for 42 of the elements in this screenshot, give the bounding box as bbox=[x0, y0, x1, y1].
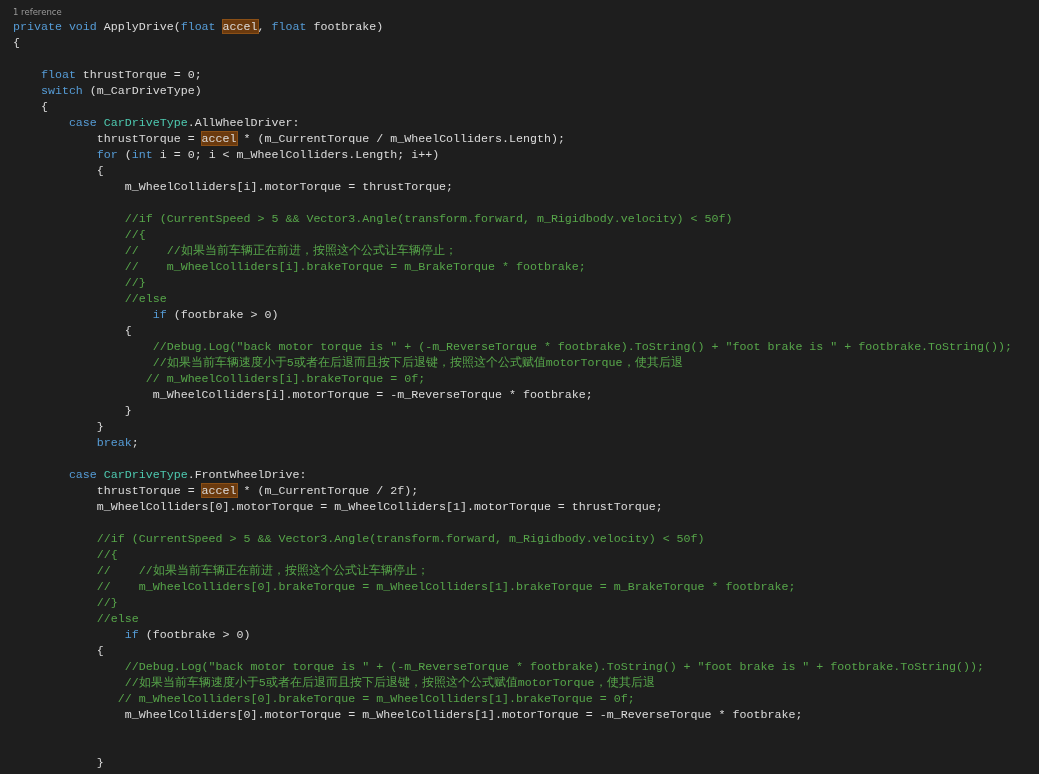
code-line: } bbox=[123, 403, 132, 419]
code-line: thrustTorque = accel * (m_CurrentTorque / 2f); bbox=[95, 483, 419, 499]
code-line: thrustTorque = accel * (m_CurrentTorque / m_WheelColliders.Length); bbox=[95, 131, 565, 147]
code-line: private void ApplyDrive(float accel, float footbrake) bbox=[13, 19, 384, 35]
code-line: //{ bbox=[123, 227, 146, 243]
code-line: { bbox=[39, 99, 48, 115]
code-line: // //如果当前车辆正在前进，按照这个公式让车辆停止； bbox=[95, 563, 429, 579]
code-line: //if (CurrentSpeed > 5 && Vector3.Angle(transform.forward, m_Rigidbody.velocity) < 50f) bbox=[123, 211, 733, 227]
code-line: //if (CurrentSpeed > 5 && Vector3.Angle(transform.forward, m_Rigidbody.velocity) < 50f) bbox=[95, 531, 705, 547]
code-line: if (footbrake > 0) bbox=[123, 627, 251, 643]
code-line: // m_WheelColliders[0].brakeTorque = m_WheelColliders[1].brakeTorque = 0f; bbox=[116, 691, 635, 707]
code-line: case CarDriveType.AllWheelDriver: bbox=[67, 115, 300, 131]
code-line: { bbox=[123, 323, 132, 339]
code-line: //{ bbox=[95, 547, 118, 563]
code-line: //} bbox=[123, 275, 146, 291]
code-line: //如果当前车辆速度小于5或者在后退而且按下后退键，按照这个公式赋值motorTorque，使其后退 bbox=[151, 355, 683, 371]
code-line: //Debug.Log("back motor torque is " + (-m_ReverseTorque * footbrake).ToString() + "foot brake is " + footbrake.ToString()); bbox=[123, 659, 984, 675]
code-line: float thrustTorque = 0; bbox=[39, 67, 202, 83]
code-line: //else bbox=[123, 291, 167, 307]
code-line: // m_WheelColliders[i].brakeTorque = m_BrakeTorque * footbrake; bbox=[123, 259, 586, 275]
code-line: // //如果当前车辆正在前进，按照这个公式让车辆停止； bbox=[123, 243, 457, 259]
code-line: break; bbox=[95, 435, 139, 451]
code-line: if (footbrake > 0) bbox=[151, 307, 279, 323]
code-line: for (int i = 0; i < m_WheelColliders.Length; i++) bbox=[95, 147, 440, 163]
code-line: m_WheelColliders[0].motorTorque = m_WheelColliders[1].motorTorque = thrustTorque; bbox=[95, 499, 663, 515]
code-line: case CarDriveType.FrontWheelDrive: bbox=[67, 467, 307, 483]
code-line: //Debug.Log("back motor torque is " + (-m_ReverseTorque * footbrake).ToString() + "foot brake is " + footbrake.ToString()); bbox=[151, 339, 1012, 355]
code-line: //else bbox=[95, 611, 139, 627]
code-line: m_WheelColliders[0].motorTorque = m_WheelColliders[1].motorTorque = -m_ReverseTorque * footbrake; bbox=[123, 707, 803, 723]
codelens-reference-count[interactable]: 1 reference bbox=[13, 5, 62, 19]
code-line: } bbox=[95, 419, 104, 435]
code-line: } bbox=[95, 755, 104, 771]
code-line: { bbox=[95, 163, 104, 179]
code-line: // m_WheelColliders[0].brakeTorque = m_WheelColliders[1].brakeTorque = m_BrakeTorque * footbrake; bbox=[95, 579, 796, 595]
code-line: //如果当前车辆速度小于5或者在后退而且按下后退键，按照这个公式赋值motorTorque，使其后退 bbox=[123, 675, 655, 691]
code-line: m_WheelColliders[i].motorTorque = thrustTorque; bbox=[123, 179, 454, 195]
code-line: { bbox=[95, 643, 104, 659]
code-line: switch (m_CarDriveType) bbox=[39, 83, 202, 99]
code-line: // m_WheelColliders[i].brakeTorque = 0f; bbox=[144, 371, 426, 387]
code-line: //} bbox=[95, 595, 118, 611]
code-line: m_WheelColliders[i].motorTorque = -m_ReverseTorque * footbrake; bbox=[151, 387, 593, 403]
code-line: { bbox=[13, 35, 20, 51]
